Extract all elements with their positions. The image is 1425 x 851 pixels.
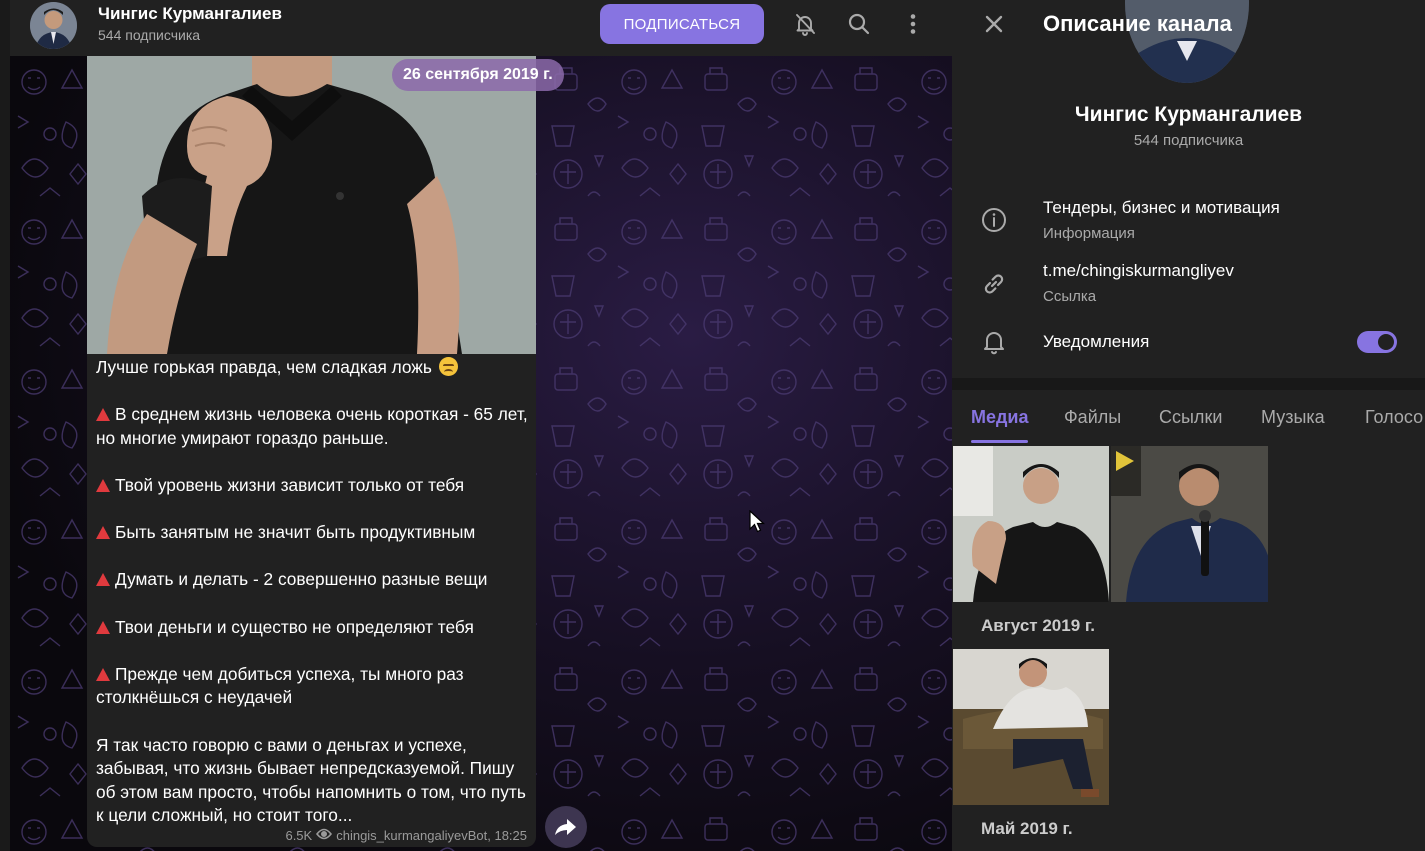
- subscribe-button[interactable]: ПОДПИСАТЬСЯ: [600, 4, 764, 44]
- chat-area: Чингис Курмангалиев 544 подписчика ПОДПИ…: [10, 0, 952, 851]
- info-row-link[interactable]: t.me/chingiskurmangliyev Ссылка: [952, 256, 1425, 316]
- notifications-label: Уведомления: [1043, 332, 1150, 351]
- post-bullet-3: Быть занятым не значит быть продуктивным: [115, 522, 476, 543]
- panel-title: Описание канала: [1043, 11, 1232, 36]
- forward-arrow-icon: [555, 819, 576, 835]
- post-bullet-4: Думать и делать - 2 совершенно разные ве…: [115, 569, 488, 590]
- red-triangle-icon: [96, 408, 110, 422]
- red-triangle-icon: [96, 667, 110, 681]
- post-text: Лучше горькая правда, чем сладкая ложь В…: [96, 356, 530, 828]
- disappointed-face-icon: [438, 357, 458, 376]
- post-intro: Лучше горькая правда, чем сладкая ложь: [96, 357, 432, 377]
- info-row-notifications[interactable]: Уведомления: [952, 322, 1425, 382]
- post-photo[interactable]: [87, 56, 536, 354]
- view-count: 6.5K: [285, 828, 313, 843]
- eye-icon: [316, 828, 333, 843]
- channel-link-label: Ссылка: [1043, 288, 1097, 305]
- channel-avatar[interactable]: [30, 2, 77, 49]
- notifications-toggle[interactable]: [1357, 331, 1397, 353]
- bell-icon: [980, 328, 1008, 356]
- tab-files[interactable]: Файлы: [1064, 407, 1121, 428]
- red-triangle-icon: [96, 526, 110, 540]
- red-triangle-icon: [96, 620, 110, 634]
- info-row-description[interactable]: Тендеры, бизнес и мотивация Информация: [952, 193, 1425, 253]
- red-triangle-icon: [96, 478, 110, 492]
- red-triangle-icon: [96, 573, 110, 587]
- profile-subscriber-count: 544 подписчика: [1133, 132, 1244, 149]
- channel-post[interactable]: Лучше горькая правда, чем сладкая ложь В…: [87, 56, 536, 847]
- active-tab-indicator: [971, 440, 1028, 443]
- media-month-header: Май 2019 г.: [981, 819, 1073, 838]
- post-closing: Я так часто говорю с вами о деньгах и ус…: [96, 734, 526, 826]
- post-bullet-5: Твои деньги и существо не определяют теб…: [115, 616, 474, 637]
- media-month-header: Август 2019 г.: [981, 616, 1095, 635]
- channel-info-panel: Описание канала Чингис Курмангалиев 544 …: [952, 0, 1425, 851]
- mouse-cursor-icon: [749, 510, 765, 533]
- post-bullet-6: Прежде чем добиться успеха, ты много раз…: [96, 663, 464, 708]
- media-thumbnail[interactable]: [1111, 446, 1268, 602]
- info-icon: [980, 206, 1008, 234]
- close-icon: [985, 15, 1003, 33]
- post-bullet-1: В среднем жизнь человека очень короткая …: [96, 404, 528, 448]
- more-vertical-icon[interactable]: [897, 8, 929, 40]
- forward-button[interactable]: [545, 806, 587, 848]
- post-via-time: chingis_kurmangaliyevBot, 18:25: [336, 828, 527, 843]
- channel-description: Тендеры, бизнес и мотивация: [1043, 198, 1280, 217]
- close-panel-button[interactable]: [978, 8, 1010, 40]
- tab-music[interactable]: Музыка: [1261, 407, 1325, 428]
- channel-subscriber-count: 544 подписчика: [98, 27, 201, 43]
- channel-link[interactable]: t.me/chingiskurmangliyev: [1043, 261, 1234, 281]
- profile-name: Чингис Курмангалиев: [1074, 103, 1303, 126]
- post-meta: 6.5K chingis_kurmangaliyevBot, 18:25: [285, 828, 527, 843]
- media-thumbnail[interactable]: [953, 446, 1109, 602]
- left-edge: [0, 0, 10, 851]
- section-divider: [952, 378, 1425, 390]
- post-bullet-2: Твой уровень жизни зависит только от теб…: [115, 474, 465, 495]
- media-tabs: Медиа Файлы Ссылки Музыка Голосо: [952, 390, 1425, 444]
- date-pill: 26 сентября 2019 г.: [392, 59, 564, 91]
- chat-header: Чингис Курмангалиев 544 подписчика ПОДПИ…: [10, 0, 952, 56]
- tab-links[interactable]: Ссылки: [1159, 407, 1222, 428]
- tab-media[interactable]: Медиа: [971, 407, 1029, 428]
- link-icon: [980, 270, 1008, 298]
- search-icon[interactable]: [843, 8, 875, 40]
- channel-description-label: Информация: [1043, 225, 1135, 242]
- tab-voice[interactable]: Голосо: [1365, 407, 1423, 428]
- media-thumbnail[interactable]: [953, 649, 1109, 805]
- mute-bell-icon[interactable]: [789, 8, 821, 40]
- channel-title[interactable]: Чингис Курмангалиев: [98, 4, 282, 24]
